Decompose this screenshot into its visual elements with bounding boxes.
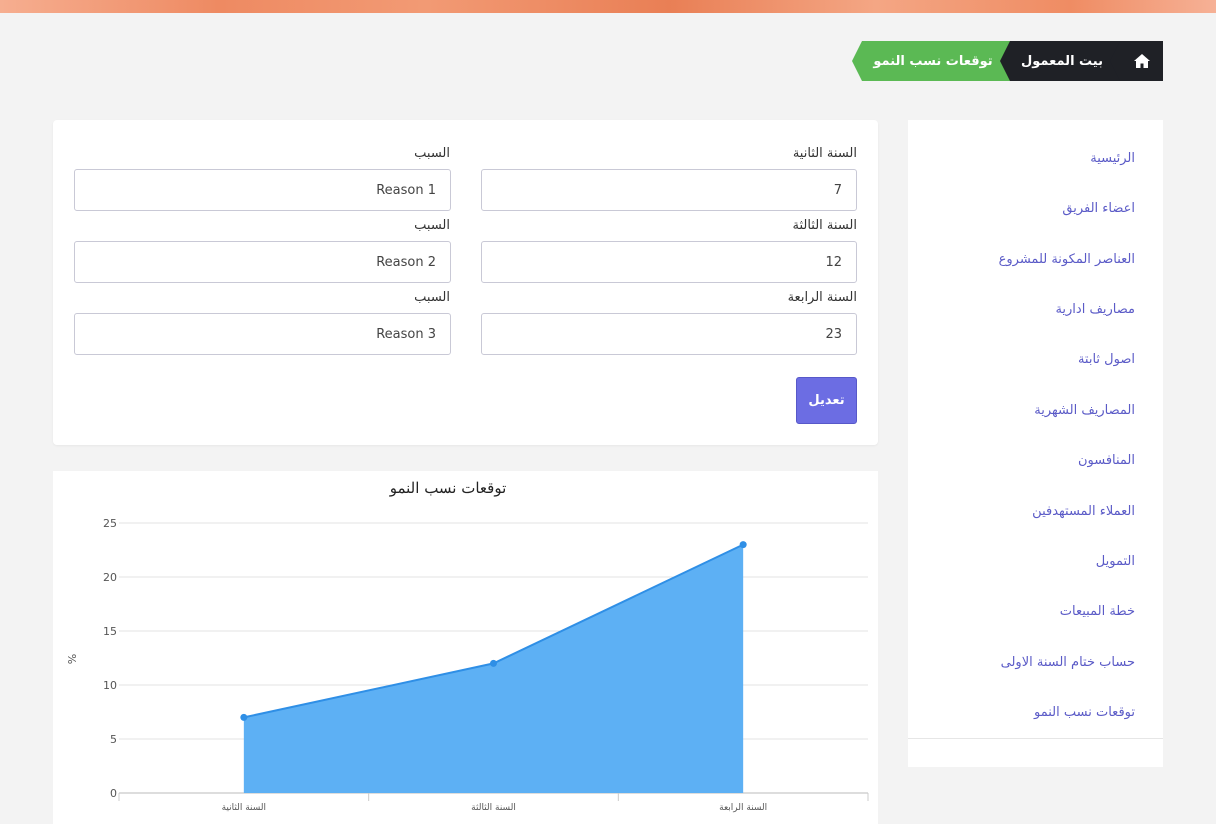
- sidebar-item-growth-forecast[interactable]: توقعات نسب النمو: [1034, 705, 1135, 720]
- reason-3-label: السبب: [414, 290, 450, 305]
- breadcrumb-current[interactable]: توقعات نسب النمو: [852, 41, 1014, 81]
- year-2-label: السنة الثانية: [792, 146, 857, 161]
- chart-area-fill: [243, 544, 744, 793]
- chart-title: توقعات نسب النمو: [389, 479, 507, 497]
- edit-button[interactable]: تعديل: [796, 377, 857, 424]
- growth-form: السنة الثانية 7 السبب Reason 1 السنة الث…: [53, 120, 878, 445]
- header-banner: [0, 0, 1216, 13]
- year-3-label: السنة الثالثة: [792, 218, 857, 233]
- chart-x-tick-label: السنة الرابعة: [719, 803, 767, 813]
- chart-data-point: [490, 659, 497, 667]
- sidebar-item-target-customers[interactable]: العملاء المستهدفين: [1032, 504, 1135, 519]
- reason-2-label: السبب: [414, 218, 450, 233]
- sidebar-nav: الرئيسية اعضاء الفريق العناصر المكونة لل…: [908, 120, 1163, 767]
- reason-1-input[interactable]: Reason 1: [74, 169, 451, 211]
- chart-y-tick-label: 5: [110, 733, 117, 746]
- breadcrumb: توقعات نسب النمو بيت المعمول: [852, 41, 1163, 81]
- chart-data-point: [240, 713, 248, 721]
- sidebar-item-first-year-closing[interactable]: حساب ختام السنة الاولى: [1001, 655, 1135, 670]
- chart-y-tick-label: 25: [103, 517, 117, 530]
- sidebar-item-project-components[interactable]: العناصر المكونة للمشروع: [999, 252, 1135, 267]
- home-icon: [1133, 54, 1150, 68]
- growth-chart-svg: توقعات نسب النمو % 0 5 10 15 20 25 السنة الثان…: [66, 479, 869, 813]
- sidebar-item-competitors[interactable]: المنافسون: [1078, 453, 1135, 468]
- sidebar-item-home[interactable]: الرئيسية: [1090, 151, 1135, 166]
- chart-y-tick-label: 10: [103, 679, 117, 692]
- chart-y-tick-label: 0: [110, 787, 117, 800]
- sidebar-item-sales-plan[interactable]: خطة المبيعات: [1060, 604, 1135, 619]
- chart-x-tick-label: السنة الثالثة: [471, 803, 516, 813]
- sidebar-item-funding[interactable]: التمويل: [1096, 554, 1135, 569]
- reason-2-input[interactable]: Reason 2: [74, 241, 451, 283]
- year-3-input[interactable]: 12: [481, 241, 857, 283]
- sidebar-item-fixed-assets[interactable]: اصول ثابتة: [1078, 352, 1135, 367]
- sidebar-divider: [908, 738, 1163, 739]
- breadcrumb-home[interactable]: [1110, 41, 1163, 81]
- reason-1-label: السبب: [414, 146, 450, 161]
- chart-data-point: [739, 541, 747, 549]
- sidebar-item-admin-expenses[interactable]: مصاريف ادارية: [1055, 302, 1135, 317]
- year-2-input[interactable]: 7: [481, 169, 857, 211]
- chart-y-tick-label: 15: [103, 625, 117, 638]
- growth-chart: توقعات نسب النمو % 0 5 10 15 20 25 السنة الثان…: [53, 471, 878, 824]
- breadcrumb-parent[interactable]: بيت المعمول: [1000, 41, 1124, 81]
- sidebar-item-team-members[interactable]: اعضاء الفريق: [1062, 201, 1135, 216]
- chart-x-tick-label: السنة الثانية: [222, 803, 266, 813]
- chart-y-axis-label: %: [66, 654, 79, 664]
- chart-y-tick-label: 20: [103, 571, 117, 584]
- year-4-input[interactable]: 23: [481, 313, 857, 355]
- year-4-label: السنة الرابعة: [787, 290, 857, 305]
- sidebar-item-monthly-expenses[interactable]: المصاريف الشهرية: [1034, 403, 1135, 418]
- reason-3-input[interactable]: Reason 3: [74, 313, 451, 355]
